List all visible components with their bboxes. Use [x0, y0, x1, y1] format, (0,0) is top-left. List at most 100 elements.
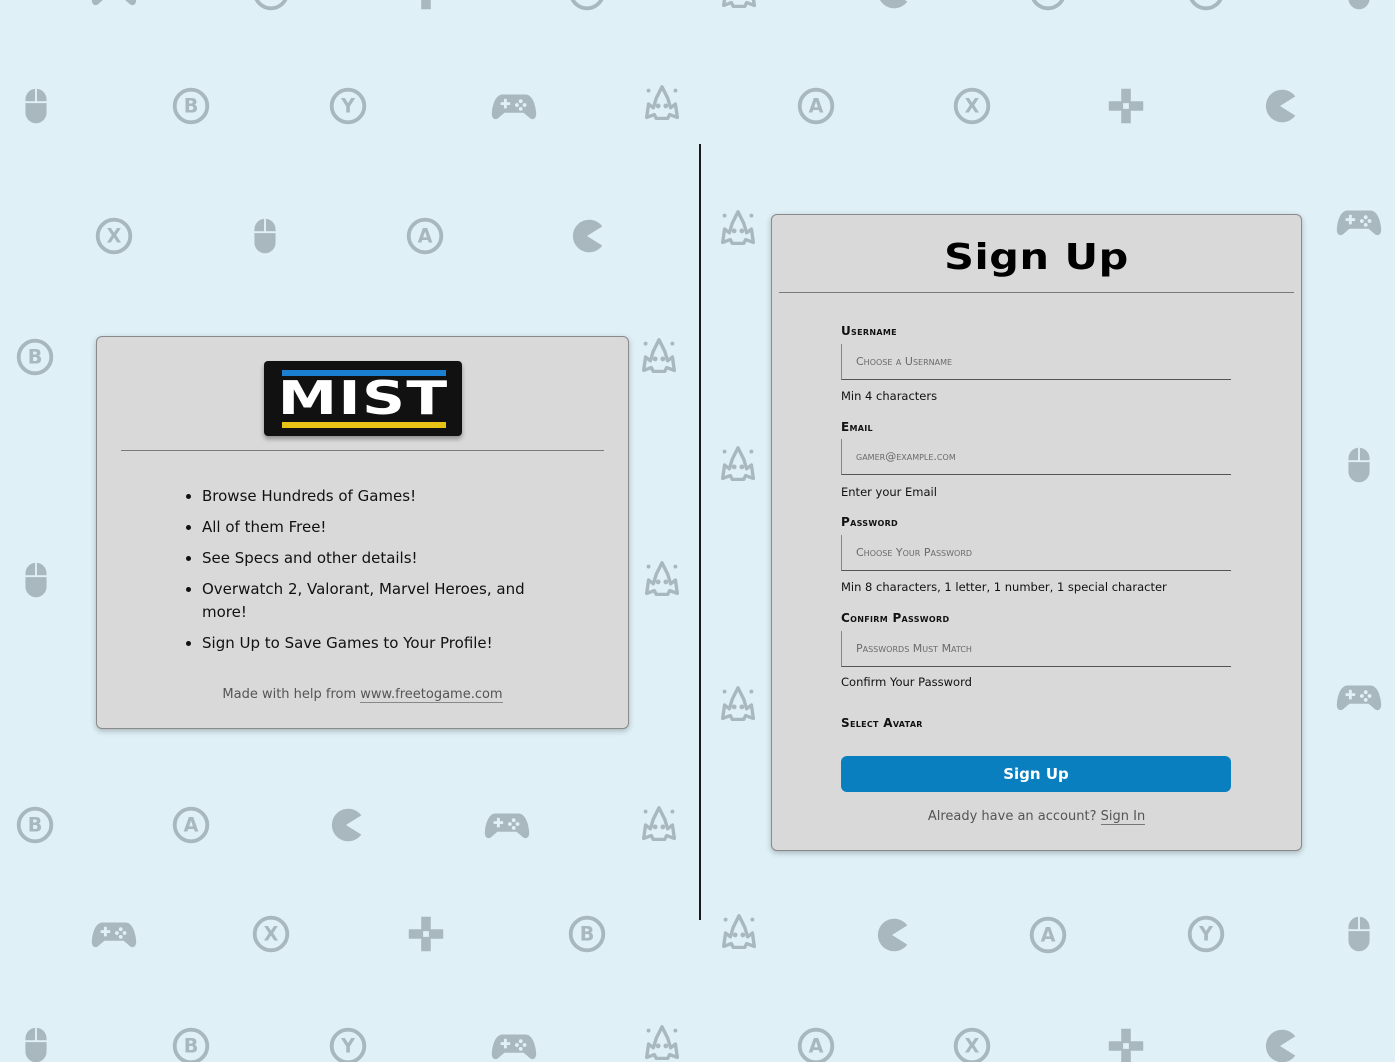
x-button-icon: X	[91, 213, 137, 259]
a-button-icon: A	[793, 1023, 839, 1062]
pacman-icon	[1257, 83, 1303, 129]
controller-icon	[1336, 674, 1382, 720]
dpad-icon	[403, 0, 449, 15]
svg-text:A: A	[809, 95, 824, 118]
b-button-icon: B	[168, 1023, 214, 1062]
invader-icon	[715, 682, 761, 728]
y-button-icon: Y	[325, 1023, 371, 1062]
signup-title: Sign Up	[944, 237, 1129, 278]
svg-text:B: B	[28, 814, 43, 837]
b-button-icon: B	[12, 334, 58, 380]
password-input[interactable]	[841, 535, 1231, 571]
svg-text:X: X	[264, 0, 279, 4]
svg-text:B: B	[184, 95, 199, 118]
confirm-password-label: Confirm Password	[841, 611, 950, 625]
x-button-icon: X	[248, 911, 294, 957]
b-button-icon: B	[564, 911, 610, 957]
pacman-icon	[869, 912, 915, 958]
x-button-icon: X	[248, 0, 294, 15]
svg-text:B: B	[184, 1035, 199, 1058]
controller-icon	[484, 802, 530, 848]
signup-divider	[779, 292, 1294, 293]
vertical-divider	[699, 144, 701, 920]
svg-text:X: X	[107, 225, 122, 248]
signin-row: Already have an account? Sign In	[772, 809, 1301, 825]
controller-icon	[91, 911, 137, 957]
svg-text:B: B	[580, 923, 595, 946]
confirm-password-input[interactable]	[841, 631, 1231, 667]
y-button-icon: Y	[325, 83, 371, 129]
email-label: Email	[841, 420, 873, 434]
credit-prefix: Made with help from	[222, 687, 357, 702]
select-avatar-label[interactable]: Select Avatar	[841, 716, 923, 730]
svg-text:A: A	[1041, 0, 1056, 4]
a-button-icon: A	[793, 83, 839, 129]
svg-text:X: X	[965, 1035, 980, 1058]
pacman-icon	[323, 802, 369, 848]
a-button-icon: A	[402, 213, 448, 259]
password-label: Password	[841, 515, 898, 529]
invader-icon	[715, 442, 761, 488]
username-input[interactable]	[841, 344, 1231, 380]
a-button-icon: A	[1025, 0, 1071, 15]
invader-icon	[716, 910, 762, 956]
dpad-icon	[1103, 83, 1149, 129]
feature-item: Browse Hundreds of Games!	[186, 485, 532, 508]
freetogame-link[interactable]: www.freetogame.com	[360, 687, 503, 703]
svg-text:B: B	[580, 0, 595, 4]
svg-text:Y: Y	[1198, 923, 1214, 946]
signup-button[interactable]: Sign Up	[841, 756, 1231, 792]
a-button-icon: A	[1025, 912, 1071, 958]
a-button-icon: A	[168, 802, 214, 848]
svg-text:B: B	[28, 346, 43, 369]
x-button-icon: X	[949, 1023, 995, 1062]
svg-text:A: A	[809, 1035, 824, 1058]
controller-icon	[1336, 199, 1382, 245]
mouse-icon	[1336, 442, 1382, 488]
svg-text:X: X	[264, 923, 279, 946]
signup-form: Sign Up Username Min 4 characters Email …	[771, 214, 1302, 851]
info-divider	[121, 450, 604, 451]
mouse-icon	[1336, 0, 1382, 15]
feature-list: Browse Hundreds of Games! All of them Fr…	[186, 485, 532, 663]
pacman-icon	[564, 213, 610, 259]
b-button-icon: B	[168, 83, 214, 129]
b-button-icon: B	[564, 0, 610, 15]
mouse-icon	[13, 83, 59, 129]
signin-prompt: Already have an account?	[927, 809, 1097, 824]
mouse-icon	[242, 213, 288, 259]
feature-item: See Specs and other details!	[186, 547, 532, 570]
x-button-icon: X	[949, 83, 995, 129]
controller-icon	[491, 1023, 537, 1062]
credit-line: Made with help from www.freetogame.com	[97, 687, 628, 703]
invader-icon	[636, 334, 682, 380]
logo-text: MIST	[277, 371, 449, 425]
svg-text:X: X	[965, 95, 980, 118]
feature-item: Overwatch 2, Valorant, Marvel Heroes, an…	[186, 578, 532, 624]
signin-link[interactable]: Sign In	[1100, 809, 1146, 825]
username-label: Username	[841, 324, 897, 338]
mist-logo: MIST	[264, 361, 462, 436]
dpad-icon	[403, 911, 449, 957]
username-hint: Min 4 characters	[841, 389, 938, 403]
email-input[interactable]	[841, 439, 1231, 475]
pacman-icon	[869, 0, 915, 15]
confirm-password-hint: Confirm Your Password	[841, 675, 972, 689]
svg-text:A: A	[184, 814, 199, 837]
password-hint: Min 8 characters, 1 letter, 1 number, 1 …	[841, 580, 1167, 594]
mouse-icon	[13, 557, 59, 603]
invader-icon	[639, 557, 685, 603]
mouse-icon	[13, 1022, 59, 1062]
svg-text:Y: Y	[340, 1035, 356, 1058]
feature-item: All of them Free!	[186, 516, 532, 539]
pacman-icon	[1257, 1023, 1303, 1062]
feature-item: Sign Up to Save Games to Your Profile!	[186, 632, 532, 655]
invader-icon	[639, 1021, 685, 1062]
invader-icon	[716, 0, 762, 15]
info-card: MIST Browse Hundreds of Games! All of th…	[96, 336, 629, 729]
logo-yellow-bar	[282, 422, 446, 428]
dpad-icon	[1103, 1023, 1149, 1062]
b-button-icon: B	[12, 802, 58, 848]
y-button-icon: Y	[1183, 0, 1229, 15]
invader-icon	[639, 81, 685, 127]
